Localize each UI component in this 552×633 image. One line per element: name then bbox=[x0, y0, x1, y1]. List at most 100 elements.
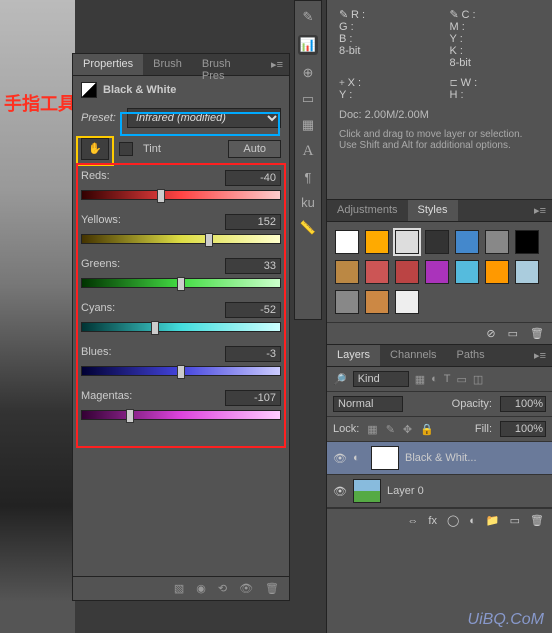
layer-name[interactable]: Layer 0 bbox=[387, 485, 424, 497]
style-swatch[interactable] bbox=[365, 290, 389, 314]
style-swatch[interactable] bbox=[425, 260, 449, 284]
style-swatch[interactable] bbox=[395, 290, 419, 314]
adjustment-layer-icon[interactable]: ◐ bbox=[469, 515, 476, 527]
tint-checkbox[interactable] bbox=[119, 142, 133, 156]
tab-layers[interactable]: Layers bbox=[327, 345, 380, 366]
filter-type-icon[interactable]: T bbox=[444, 373, 451, 385]
style-swatch[interactable] bbox=[455, 260, 479, 284]
adjustment-icon: ◐ bbox=[353, 452, 365, 464]
ruler-icon[interactable]: ⊕ bbox=[303, 65, 314, 81]
clip-icon[interactable]: ▧ bbox=[174, 582, 184, 595]
link-icon[interactable]: ⇔ bbox=[407, 515, 418, 527]
info-panel: ✎ R : G : B : 8-bit ✎ C : M : Y : K : 8-… bbox=[327, 0, 552, 200]
visibility-icon[interactable]: 👁 bbox=[333, 485, 347, 498]
toggle-visibility-icon[interactable]: 👁 bbox=[239, 582, 253, 595]
label-finger-tool: 手指工具 bbox=[4, 90, 76, 116]
watermark: UiBQ.CoM bbox=[468, 611, 544, 629]
kuler-icon[interactable]: ku bbox=[301, 195, 315, 210]
style-swatch[interactable] bbox=[425, 230, 449, 254]
style-swatch[interactable] bbox=[395, 260, 419, 284]
collapsed-panels-toolbar: ✎ 📊 ⊕ ▭ ▦ A ¶ ku 📏 bbox=[294, 0, 322, 320]
eyedropper-icon: ✎ bbox=[450, 9, 459, 21]
right-panels: ✎ R : G : B : 8-bit ✎ C : M : Y : K : 8-… bbox=[326, 0, 552, 633]
info-cmyk: ✎ C : M : Y : K : 8-bit bbox=[450, 8, 541, 69]
tab-channels[interactable]: Channels bbox=[380, 345, 446, 366]
tab-adjustments[interactable]: Adjustments bbox=[327, 200, 408, 221]
clear-style-icon[interactable]: ⊘ bbox=[486, 327, 495, 340]
histogram-icon[interactable]: 📊 bbox=[298, 35, 318, 55]
color-icon[interactable]: ▭ bbox=[302, 91, 314, 107]
info-wh: ⊏ W : H : bbox=[450, 77, 541, 101]
layer-name[interactable]: Black & Whit... bbox=[405, 452, 477, 464]
swatches-icon[interactable]: ▦ bbox=[302, 117, 314, 133]
opacity-input[interactable]: 100% bbox=[500, 396, 546, 412]
new-layer-icon[interactable]: ▭ bbox=[510, 514, 520, 527]
lock-transparent-icon[interactable]: ▦ bbox=[367, 423, 377, 436]
layer-thumb[interactable] bbox=[353, 479, 381, 503]
tab-styles[interactable]: Styles bbox=[408, 200, 458, 221]
lock-all-icon[interactable]: 🔒 bbox=[420, 423, 434, 436]
panel-menu-icon[interactable]: ▸≡ bbox=[265, 54, 289, 75]
reset-icon[interactable]: ⟲ bbox=[218, 582, 227, 595]
highlight-finger bbox=[76, 136, 114, 166]
info-rgb: ✎ R : G : B : 8-bit bbox=[339, 8, 430, 69]
info-xy: + X : Y : bbox=[339, 77, 430, 101]
tab-brush[interactable]: Brush bbox=[143, 54, 192, 75]
filter-kind-select[interactable]: Kind bbox=[353, 371, 409, 387]
style-swatch[interactable] bbox=[485, 260, 509, 284]
style-swatch[interactable] bbox=[395, 230, 419, 254]
style-swatch[interactable] bbox=[365, 260, 389, 284]
filter-shape-icon[interactable]: ▭ bbox=[457, 373, 467, 386]
eyedropper-icon[interactable]: ✎ bbox=[303, 9, 314, 25]
info-hint: Click and drag to move layer or selectio… bbox=[339, 129, 540, 151]
visibility-icon[interactable]: 👁 bbox=[333, 452, 347, 465]
adjustment-title: Black & White bbox=[103, 84, 176, 96]
properties-footer: ▧ ◉ ⟲ 👁 🗑 bbox=[73, 576, 289, 600]
tab-brush-presets[interactable]: Brush Pres bbox=[192, 54, 265, 75]
tint-label: Tint bbox=[143, 143, 161, 155]
trash-icon[interactable]: 🗑 bbox=[530, 327, 544, 340]
layer-row[interactable]: 👁 ◐ Black & Whit... bbox=[327, 442, 552, 475]
group-icon[interactable]: 📁 bbox=[486, 514, 500, 527]
style-swatch[interactable] bbox=[335, 290, 359, 314]
paragraph-icon[interactable]: ¶ bbox=[305, 170, 312, 185]
fx-icon[interactable]: fx bbox=[428, 515, 437, 527]
preset-label: Preset: bbox=[81, 112, 121, 124]
tab-paths[interactable]: Paths bbox=[447, 345, 495, 366]
lock-pixels-icon[interactable]: ✎ bbox=[386, 423, 395, 436]
ruler2-icon[interactable]: 📏 bbox=[300, 220, 316, 236]
fill-label: Fill: bbox=[475, 423, 492, 435]
style-swatch[interactable] bbox=[515, 230, 539, 254]
style-swatch[interactable] bbox=[455, 230, 479, 254]
style-swatch[interactable] bbox=[515, 260, 539, 284]
filter-adjust-icon[interactable]: ◐ bbox=[431, 373, 438, 385]
style-swatch[interactable] bbox=[335, 230, 359, 254]
opacity-label: Opacity: bbox=[452, 398, 492, 410]
filter-smart-icon[interactable]: ◫ bbox=[473, 373, 483, 386]
trash-icon[interactable]: 🗑 bbox=[265, 582, 279, 595]
fill-input[interactable]: 100% bbox=[500, 421, 546, 437]
layers-panel: Layers Channels Paths ▸≡ 🔎 Kind ▦ ◐ T ▭ … bbox=[327, 345, 552, 532]
style-swatch[interactable] bbox=[365, 230, 389, 254]
type-icon[interactable]: A bbox=[303, 143, 314, 160]
styles-panel: Adjustments Styles ▸≡ ⊘ ▭ 🗑 bbox=[327, 200, 552, 345]
bw-adjustment-icon bbox=[81, 82, 97, 98]
layer-row[interactable]: 👁 Layer 0 bbox=[327, 475, 552, 508]
tab-properties[interactable]: Properties bbox=[73, 54, 143, 75]
lock-label: Lock: bbox=[333, 423, 359, 435]
mask-icon[interactable]: ◯ bbox=[447, 514, 459, 527]
lock-position-icon[interactable]: ✥ bbox=[403, 423, 412, 436]
trash-icon[interactable]: 🗑 bbox=[530, 514, 544, 527]
filter-pixel-icon[interactable]: ▦ bbox=[415, 373, 425, 386]
style-swatch[interactable] bbox=[485, 230, 509, 254]
auto-button[interactable]: Auto bbox=[228, 140, 281, 158]
layer-mask-thumb[interactable] bbox=[371, 446, 399, 470]
blend-mode-select[interactable]: Normal bbox=[333, 396, 403, 412]
panel-menu-icon[interactable]: ▸≡ bbox=[528, 345, 552, 366]
filter-icon[interactable]: 🔎 bbox=[333, 373, 347, 386]
panel-menu-icon[interactable]: ▸≡ bbox=[528, 200, 552, 221]
new-style-icon[interactable]: ▭ bbox=[508, 327, 518, 340]
view-previous-icon[interactable]: ◉ bbox=[196, 582, 206, 595]
style-swatch[interactable] bbox=[335, 260, 359, 284]
doc-size: Doc: 2.00M/2.00M bbox=[339, 109, 540, 121]
